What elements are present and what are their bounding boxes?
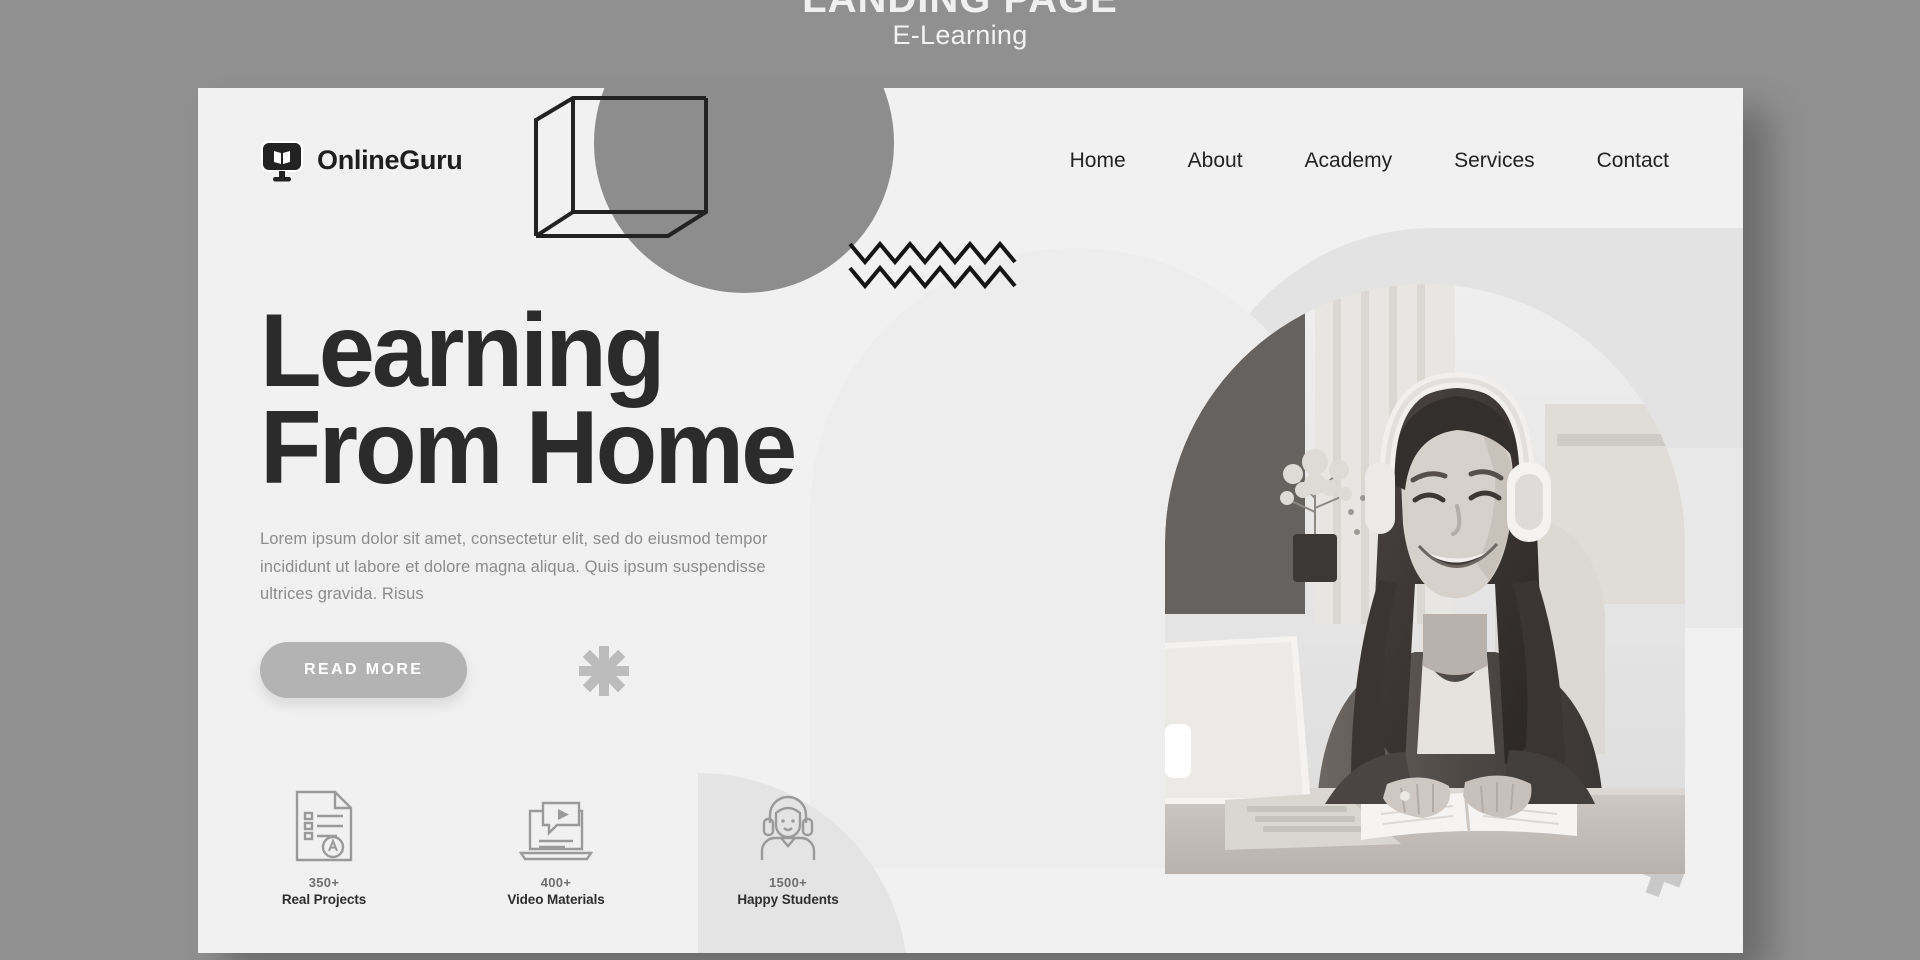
- hero-section: Learning From Home Lorem ipsum dolor sit…: [260, 293, 900, 699]
- landing-page-mockup: OnlineGuru Home About Academy Services C…: [198, 88, 1743, 953]
- hero-title: Learning From Home: [260, 293, 797, 506]
- brand-logo[interactable]: OnlineGuru: [260, 139, 463, 183]
- stat-label: Happy Students: [737, 892, 839, 907]
- stat-value: 400+: [540, 875, 572, 890]
- banner-subtitle: E-Learning: [892, 20, 1028, 50]
- hero-description: Lorem ipsum dolor sit amet, consectetur …: [260, 530, 768, 603]
- stat-happy-students: 1500+ Happy Students: [728, 785, 848, 907]
- student-headset-icon: [728, 785, 848, 863]
- nav-links: Home About Academy Services Contact: [1070, 149, 1669, 173]
- nav-item-academy[interactable]: Academy: [1305, 149, 1393, 173]
- document-grade-icon: [264, 785, 384, 863]
- stat-video-materials: 400+ Video Materials: [496, 785, 616, 907]
- site-navbar: OnlineGuru Home About Academy Services C…: [198, 88, 1743, 233]
- laptop-video-icon: [496, 785, 616, 863]
- page-banner: LANDING PAGE E-Learning: [0, 0, 1920, 62]
- nav-item-services[interactable]: Services: [1454, 149, 1535, 173]
- stat-value: 1500+: [768, 875, 807, 890]
- stat-label: Video Materials: [507, 892, 605, 907]
- stats-row: 350+ Real Projects 400+ Video Materials: [264, 785, 848, 907]
- brand-name: OnlineGuru: [317, 145, 463, 175]
- banner-title: LANDING PAGE: [0, 0, 1920, 19]
- stat-real-projects: 350+ Real Projects: [264, 785, 384, 907]
- nav-item-home[interactable]: Home: [1070, 149, 1126, 173]
- nav-item-about[interactable]: About: [1188, 149, 1243, 173]
- read-more-button[interactable]: READ MORE: [260, 642, 468, 699]
- stat-value: 350+: [308, 875, 340, 890]
- nav-item-contact[interactable]: Contact: [1597, 149, 1669, 173]
- hero-photo: [1165, 284, 1685, 874]
- zigzag-lines-icon: [846, 234, 1026, 301]
- stat-label: Real Projects: [281, 892, 367, 907]
- monitor-book-icon: [260, 139, 304, 183]
